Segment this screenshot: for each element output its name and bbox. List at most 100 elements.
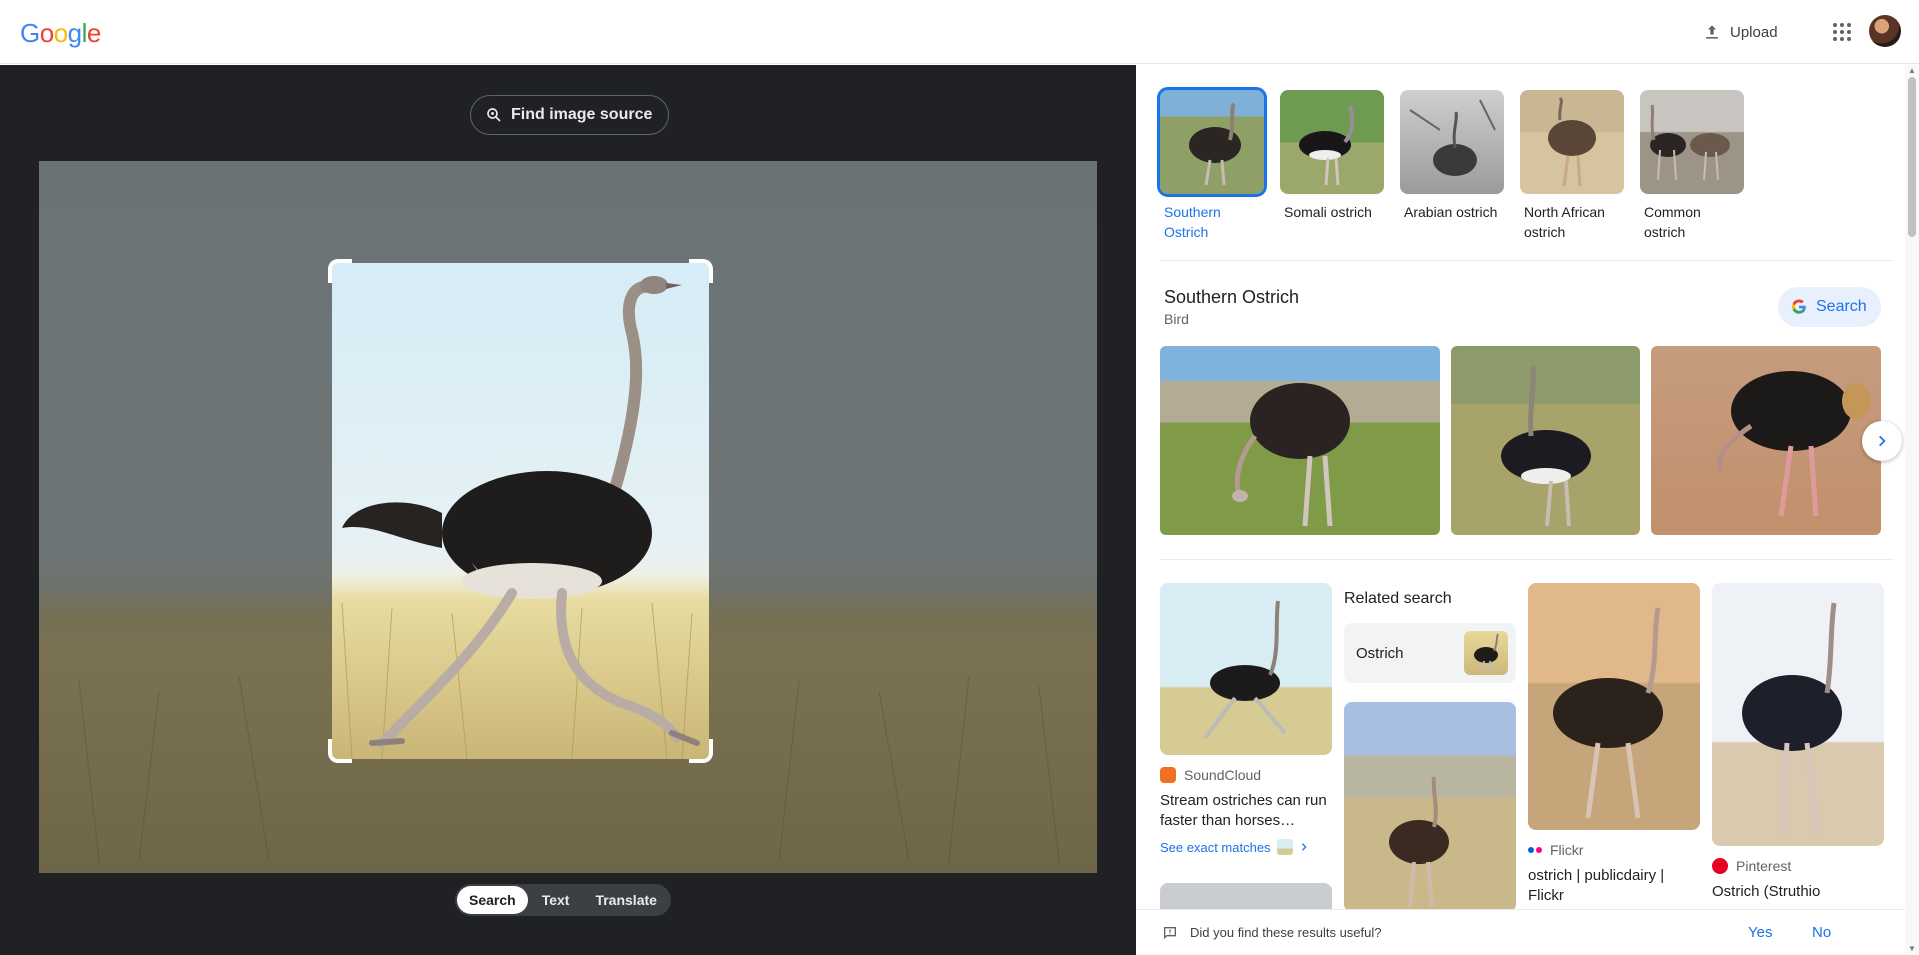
entity-thumbnail (1280, 90, 1384, 194)
visual-match-card[interactable]: Pinterest Ostrich (Struthio (1712, 583, 1884, 902)
entity-label: Arabian ostrich (1404, 204, 1498, 220)
upload-label: Upload (1730, 23, 1778, 41)
scroll-thumb[interactable] (1908, 77, 1916, 237)
find-image-source-button[interactable]: Find image source (470, 95, 670, 135)
carousel-next-button[interactable] (1862, 421, 1902, 461)
result-source: Pinterest (1712, 858, 1884, 874)
crop-handle-top-right[interactable] (689, 259, 713, 283)
entity-somali-ostrich[interactable]: Somali ostrich (1280, 90, 1384, 242)
result-source: Flickr (1528, 842, 1700, 858)
knowledge-panel-title: Southern Ostrich (1164, 287, 1300, 307)
apps-grid-icon (1833, 23, 1851, 41)
feedback-question: Did you find these results useful? (1190, 925, 1382, 940)
feedback-no-button[interactable]: No (1812, 924, 1831, 941)
crop-selection[interactable] (332, 263, 709, 759)
entity-label: Somali ostrich (1284, 204, 1372, 220)
result-source: SoundCloud (1160, 767, 1332, 783)
entity-thumbnail (1640, 90, 1744, 194)
result-source-name: SoundCloud (1184, 767, 1262, 783)
exact-match-thumb (1276, 839, 1293, 855)
ostrich-carousel-graphic (1232, 383, 1350, 527)
crop-handle-top-left[interactable] (328, 259, 352, 283)
header: Google Upload (0, 0, 1919, 64)
ostrich-thumb-graphic (1474, 633, 1499, 674)
feedback-icon (1164, 926, 1176, 939)
crop-handle-bottom-left[interactable] (328, 739, 352, 763)
entity-thumbnail (1400, 90, 1504, 194)
upload-icon (1706, 25, 1718, 39)
carousel-image[interactable] (1160, 346, 1440, 535)
flickr-icon (1528, 847, 1542, 853)
ostrich-thumb-graphic (1189, 102, 1241, 186)
avatar[interactable] (1869, 15, 1901, 47)
ostrich-result-graphic (1553, 607, 1663, 819)
pinterest-icon (1712, 858, 1728, 874)
knowledge-panel-search-label: Search (1816, 298, 1867, 315)
result-title: ostrich | publicdairy | Flickr (1528, 867, 1665, 904)
soundcloud-icon (1160, 767, 1176, 783)
entity-southern-ostrich[interactable]: Southern Ostrich (1157, 87, 1267, 242)
entity-thumbnail (1157, 87, 1267, 197)
results-pane: Southern Ostrich Somali ostrich Arabian … (1136, 65, 1919, 955)
uploaded-image[interactable] (39, 161, 1097, 873)
knowledge-panel-subtitle: Bird (1164, 311, 1189, 327)
crop-handle-bottom-right[interactable] (689, 739, 713, 763)
ostrich-result-graphic (1389, 776, 1449, 908)
carousel-image[interactable] (1451, 346, 1640, 535)
ostrich-result-graphic (1203, 600, 1287, 740)
entity-north-african-ostrich[interactable]: North African ostrich (1520, 90, 1624, 242)
entity-thumbnail (1520, 90, 1624, 194)
related-search-thumb (1464, 631, 1508, 675)
ostrich-carousel-graphic (1501, 365, 1591, 527)
tab-translate[interactable]: Translate (583, 886, 668, 914)
result-title: Ostrich (Struthio (1712, 883, 1821, 900)
divider (1160, 559, 1894, 560)
result-title: Stream ostriches can run faster than hor… (1160, 792, 1327, 829)
visual-match-card[interactable]: SoundCloud Stream ostriches can run fast… (1160, 583, 1332, 855)
visual-match-image (1712, 583, 1884, 846)
ostrich-result-graphic (1742, 602, 1842, 834)
entity-chips: Southern Ostrich Somali ostrich Arabian … (1157, 87, 1744, 242)
result-source-name: Flickr (1550, 842, 1584, 858)
google-logo[interactable]: Google (20, 18, 101, 49)
entity-label: Common ostrich (1644, 204, 1701, 240)
tab-text[interactable]: Text (530, 886, 582, 914)
ostrich-thumb-graphic (1548, 96, 1596, 187)
scroll-down-arrow[interactable]: ▼ (1908, 945, 1916, 953)
tab-search[interactable]: Search (457, 886, 528, 914)
entity-label: Southern Ostrich (1164, 204, 1221, 240)
entity-common-ostrich[interactable]: Common ostrich (1640, 90, 1744, 242)
visual-match-image[interactable] (1344, 702, 1516, 912)
visual-match-card[interactable]: Flickr ostrich | publicdairy | Flickr (1528, 583, 1700, 906)
entity-label: North African ostrich (1524, 204, 1605, 240)
lens-image-pane: Find image source Search Text Translate (0, 65, 1136, 955)
ostrich-thumb-graphic (1650, 104, 1730, 181)
chevron-right-icon (1301, 843, 1307, 851)
find-image-source-label: Find image source (511, 106, 653, 123)
knowledge-panel-search-button[interactable]: Search (1778, 287, 1881, 327)
google-g-icon (1791, 299, 1806, 314)
visual-match-image (1160, 583, 1332, 755)
upload-button[interactable]: Upload (1690, 14, 1790, 50)
see-exact-matches-link[interactable]: See exact matches (1160, 839, 1332, 855)
scroll-up-arrow[interactable]: ▲ (1908, 67, 1916, 75)
ostrich-carousel-graphic (1716, 371, 1870, 517)
related-search-heading: Related search (1344, 590, 1452, 607)
ostrich-image (341, 276, 700, 759)
results-scrollbar[interactable]: ▲ ▼ (1905, 65, 1919, 955)
related-search-chip[interactable]: Ostrich (1344, 623, 1516, 683)
related-search-label: Ostrich (1356, 644, 1404, 662)
carousel-image[interactable] (1651, 346, 1881, 535)
ostrich-thumb-graphic (1299, 105, 1354, 186)
lens-mode-tabs: Search Text Translate (455, 884, 671, 916)
ostrich-thumb-graphic (1409, 99, 1496, 176)
feedback-yes-button[interactable]: Yes (1748, 924, 1772, 941)
feedback-bar: Did you find these results useful? Yes N… (1136, 909, 1905, 955)
entity-arabian-ostrich[interactable]: Arabian ostrich (1400, 90, 1504, 242)
divider (1160, 260, 1894, 261)
image-carousel (1160, 346, 1881, 535)
lens-search-icon (487, 108, 501, 122)
apps-button[interactable] (1824, 14, 1860, 50)
result-source-name: Pinterest (1736, 858, 1792, 874)
chevron-right-icon (1879, 435, 1886, 447)
